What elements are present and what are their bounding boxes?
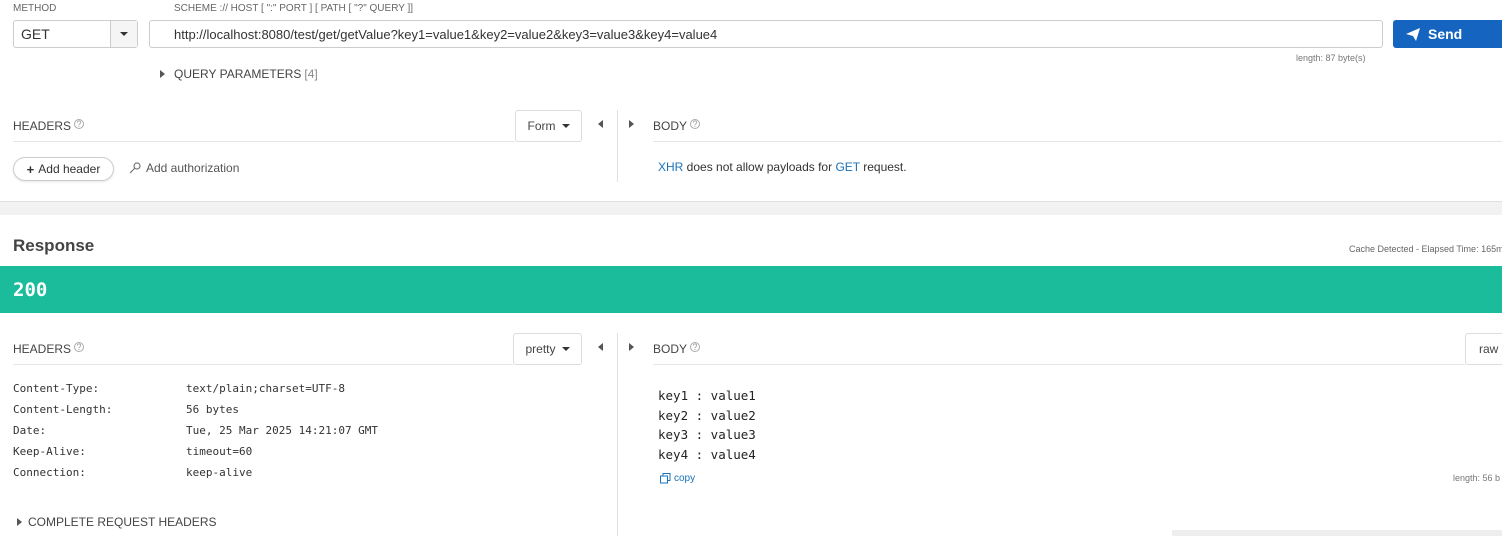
- body-line: key2 : value2: [658, 407, 756, 423]
- method-text: GET: [835, 160, 860, 174]
- response-headers-list: Content-Type: text/plain;charset=UTF-8 C…: [13, 382, 378, 487]
- chevron-right-icon: [17, 518, 22, 526]
- method-value: GET: [21, 26, 50, 42]
- chevron-down-icon: [561, 347, 570, 351]
- header-value: text/plain;charset=UTF-8: [186, 382, 345, 395]
- header-value: Tue, 25 Mar 2025 14:21:07 GMT: [186, 424, 379, 437]
- response-body-mode-value: raw: [1479, 342, 1499, 356]
- pane-divider[interactable]: [617, 110, 618, 182]
- collapse-left-icon[interactable]: [598, 120, 603, 128]
- divider: [13, 141, 515, 142]
- collapse-right-icon[interactable]: [629, 120, 634, 128]
- complete-request-headers-toggle[interactable]: COMPLETE REQUEST HEADERS: [17, 515, 216, 529]
- response-headers-title: HEADERS?: [13, 342, 85, 356]
- request-length: length: 87 byte(s): [1296, 53, 1366, 63]
- query-params-toggle[interactable]: QUERY PARAMETERS [4]: [160, 67, 318, 81]
- help-icon[interactable]: ?: [74, 119, 85, 129]
- url-input[interactable]: http://localhost:8080/test/get/getValue?…: [149, 20, 1383, 48]
- chevron-down-icon[interactable]: [110, 21, 137, 47]
- header-row: Content-Type: text/plain;charset=UTF-8: [13, 382, 378, 403]
- help-icon[interactable]: ?: [690, 119, 701, 129]
- collapse-right-icon[interactable]: [629, 343, 634, 351]
- body-msg-end: request.: [859, 160, 907, 174]
- send-icon: [1406, 27, 1420, 41]
- header-row: Keep-Alive: timeout=60: [13, 445, 378, 466]
- header-row: Date: Tue, 25 Mar 2025 14:21:07 GMT: [13, 424, 378, 445]
- copy-label: copy: [674, 473, 696, 484]
- body-msg-mid: does not allow payloads for: [683, 160, 836, 174]
- send-button-label: Send: [1428, 26, 1463, 42]
- add-header-button[interactable]: + Add header: [13, 157, 114, 181]
- header-name: Content-Length:: [13, 403, 113, 416]
- section-separator: [0, 201, 1502, 215]
- help-icon[interactable]: ?: [74, 342, 85, 352]
- response-body-mode-dropdown[interactable]: raw: [1465, 333, 1502, 365]
- header-name: Keep-Alive:: [13, 445, 86, 458]
- xhr-text: XHR: [658, 160, 684, 174]
- header-name: Content-Type:: [13, 382, 100, 395]
- header-value: keep-alive: [186, 466, 253, 479]
- collapse-left-icon[interactable]: [598, 343, 603, 351]
- cache-info: Cache Detected - Elapsed Time: 165m: [1349, 244, 1502, 254]
- divider: [653, 364, 1465, 365]
- header-row: Content-Length: 56 bytes: [13, 403, 378, 424]
- body-line: key4 : value4: [658, 447, 756, 463]
- help-icon[interactable]: ?: [690, 342, 701, 352]
- copy-button[interactable]: copy: [660, 473, 695, 484]
- response-body-label: BODY: [653, 342, 688, 356]
- headers-mode-dropdown[interactable]: Form: [515, 110, 582, 142]
- header-value: 56 bytes: [186, 403, 239, 416]
- key-icon: [129, 162, 141, 174]
- request-body-title: BODY?: [653, 119, 701, 133]
- send-button[interactable]: Send: [1393, 20, 1502, 48]
- divider: [13, 364, 513, 365]
- copy-icon: [660, 473, 671, 484]
- query-params-count: [4]: [304, 67, 318, 81]
- header-name: Connection:: [13, 466, 86, 479]
- header-name: Date:: [13, 424, 47, 437]
- complete-request-headers-label: COMPLETE REQUEST HEADERS: [28, 515, 217, 529]
- status-code-bar: 200: [0, 266, 1502, 313]
- header-row: Connection: keep-alive: [13, 466, 378, 487]
- chevron-right-icon: [160, 70, 165, 78]
- response-headers-mode-value: pretty: [525, 342, 556, 356]
- add-header-label: Add header: [38, 162, 101, 176]
- url-label: SCHEME :// HOST [ ":" PORT ] [ PATH [ "?…: [174, 3, 414, 14]
- add-authorization-link[interactable]: Add authorization: [129, 161, 239, 175]
- request-headers-title: HEADERS?: [13, 119, 85, 133]
- plus-icon: +: [26, 161, 35, 177]
- headers-mode-value: Form: [527, 119, 556, 133]
- body-line: key1 : value1: [658, 388, 756, 403]
- response-headers-label: HEADERS: [13, 342, 72, 356]
- pane-divider[interactable]: [617, 333, 618, 536]
- chevron-down-icon: [561, 124, 570, 128]
- response-title: Response: [13, 236, 95, 255]
- horizontal-scrollbar[interactable]: [1172, 530, 1502, 536]
- header-value: timeout=60: [186, 445, 253, 458]
- response-headers-mode-dropdown[interactable]: pretty: [513, 333, 582, 365]
- response-length: length: 56 b: [1453, 473, 1501, 483]
- add-authorization-label: Add authorization: [146, 161, 240, 175]
- request-body-label: BODY: [653, 119, 688, 133]
- divider: [653, 141, 1502, 142]
- response-body-title: BODY?: [653, 342, 701, 356]
- method-label: METHOD: [13, 3, 57, 14]
- body-not-allowed-message: XHR does not allow payloads for GET requ…: [658, 160, 907, 174]
- response-body-content: key1 : value1 key2 : value2 key3 : value…: [658, 386, 756, 465]
- body-line: key3 : value3: [658, 427, 756, 443]
- query-params-label: QUERY PARAMETERS: [174, 67, 302, 81]
- request-headers-label: HEADERS: [13, 119, 72, 133]
- status-code: 200: [13, 279, 48, 301]
- method-select[interactable]: GET: [13, 20, 138, 48]
